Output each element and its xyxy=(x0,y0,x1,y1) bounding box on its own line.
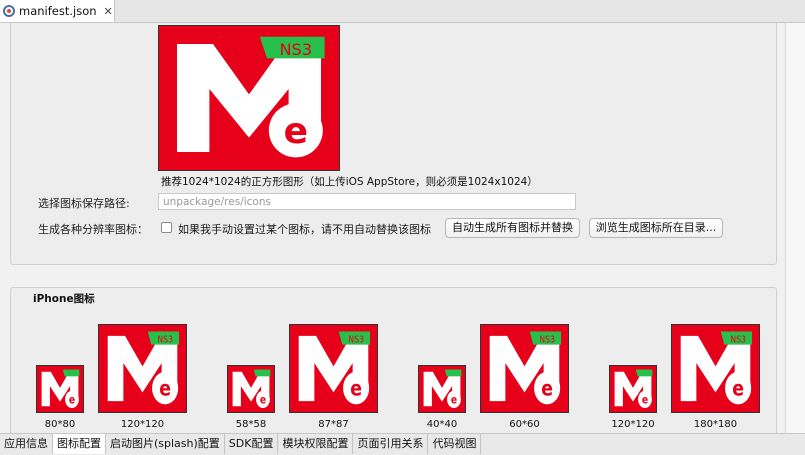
svg-text:e: e xyxy=(159,376,171,401)
svg-text:e: e xyxy=(350,376,362,401)
bottom-tab-7[interactable]: 代码视图 xyxy=(428,434,482,454)
svg-text:e: e xyxy=(541,376,553,401)
app-logo-icon: e xyxy=(232,369,271,408)
bottom-tab-5[interactable]: 模块权限配置 xyxy=(278,434,354,454)
iphone-group-title: iPhone图标 xyxy=(33,293,95,305)
iphone-icon-8[interactable]: e NS3 xyxy=(671,324,760,413)
app-logo-icon: e xyxy=(423,369,462,408)
resolution-label: 生成各种分辨率图标： xyxy=(38,223,148,236)
vertical-scrollbar[interactable] xyxy=(785,23,805,433)
app-logo-icon: e NS3 xyxy=(177,36,325,158)
generate-all-icons-button[interactable]: 自动生成所有图标并替换 xyxy=(445,218,580,238)
app-logo-icon: e xyxy=(614,369,653,408)
svg-text:e: e xyxy=(451,393,457,406)
iphone-icon-7[interactable]: e xyxy=(609,365,657,413)
main-icon-preview[interactable]: e NS3 xyxy=(158,25,340,171)
editor-bottom-tabs: 应用信息 图标配置 启动图片(splash)配置 SDK配置 模块权限配置 页面引用关系代… xyxy=(0,433,805,455)
manifest-file-icon xyxy=(3,5,15,17)
bottom-tab-6[interactable]: 页面引用关系 xyxy=(353,434,429,454)
svg-text:NS3: NS3 xyxy=(730,335,746,346)
iphone-icon-3[interactable]: e xyxy=(227,365,275,413)
iphone-icon-6[interactable]: e NS3 xyxy=(480,324,569,413)
iphone-icon-size-label: 60*60 xyxy=(509,419,540,430)
iphone-icon-2[interactable]: e NS3 xyxy=(98,324,187,413)
app-logo-icon: e NS3 xyxy=(489,331,562,405)
iphone-icon-size-label: 58*58 xyxy=(235,419,267,430)
bottom-tab-1[interactable]: 应用信息 xyxy=(0,434,53,454)
iphone-icon-1[interactable]: e xyxy=(36,365,84,413)
iphone-icon-4[interactable]: e NS3 xyxy=(289,324,378,413)
app-logo-icon: e NS3 xyxy=(298,331,371,405)
svg-text:NS3: NS3 xyxy=(539,335,555,346)
svg-text:e: e xyxy=(732,376,744,401)
keep-manual-icons-label: 如果我手动设置过某个图标，请不用自动替换该图标 xyxy=(178,223,431,236)
iphone-icon-size-label: 120*120 xyxy=(120,419,165,430)
preview-caption: 推荐1024*1024的正方形图形（如上传iOS AppStore，则必须是10… xyxy=(161,176,538,188)
app-logo-icon: e xyxy=(41,369,80,408)
svg-text:NS3: NS3 xyxy=(348,335,364,346)
iphone-icon-size-label: 180*180 xyxy=(693,419,738,430)
bottom-tab-4[interactable]: SDK配置 xyxy=(225,434,279,454)
close-icon[interactable]: ✕ xyxy=(104,5,113,18)
app-logo-icon: e NS3 xyxy=(107,331,180,405)
iphone-icon-size-label: 87*87 xyxy=(318,419,349,430)
svg-text:e: e xyxy=(642,393,648,406)
save-path-label: 选择图标保存路径: xyxy=(38,197,130,210)
keep-manual-icons-checkbox[interactable] xyxy=(161,222,172,233)
editor-tab-bar: manifest.json ✕ xyxy=(0,0,805,23)
browse-icon-folder-button[interactable]: 浏览生成图标所在目录... xyxy=(589,218,723,238)
svg-text:e: e xyxy=(284,111,308,152)
app-logo-icon: e NS3 xyxy=(680,331,753,405)
svg-text:e: e xyxy=(260,393,266,406)
svg-text:NS3: NS3 xyxy=(157,335,173,346)
file-tab-manifest[interactable]: manifest.json ✕ xyxy=(0,0,115,22)
icon-config-editor: e NS3 推荐1024*1024的正方形图形（如上传iOS AppStore，则… xyxy=(0,23,785,433)
bottom-tab-3[interactable]: 启动图片(splash)配置 xyxy=(106,434,225,454)
file-tab-label: manifest.json xyxy=(19,4,97,18)
svg-text:NS3: NS3 xyxy=(279,40,312,59)
save-path-input[interactable] xyxy=(158,193,576,210)
iphone-icon-5[interactable]: e xyxy=(418,365,466,413)
iphone-icon-size-label: 120*120 xyxy=(611,419,655,430)
iphone-icon-size-label: 80*80 xyxy=(44,419,76,430)
iphone-icon-size-label: 40*40 xyxy=(426,419,458,430)
bottom-tab-2[interactable]: 图标配置 xyxy=(53,434,106,454)
svg-text:e: e xyxy=(69,393,75,406)
